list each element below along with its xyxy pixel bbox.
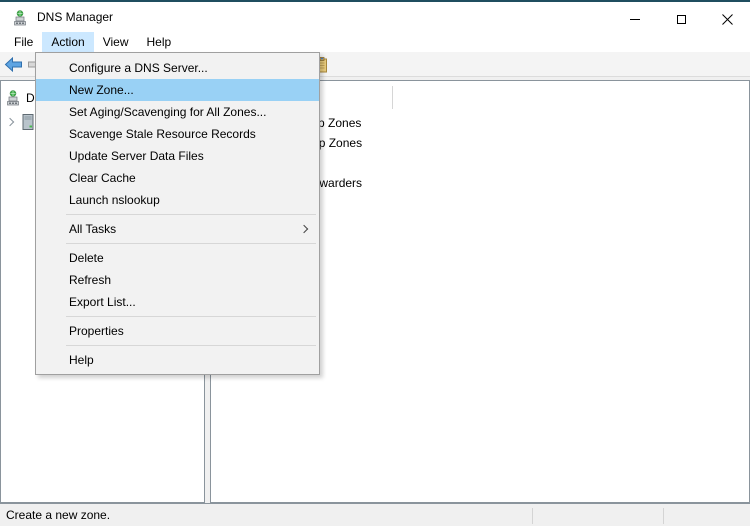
menu-item-all-tasks[interactable]: All Tasks bbox=[36, 218, 319, 240]
chevron-right-icon[interactable] bbox=[6, 118, 14, 126]
menu-item-label: Configure a DNS Server... bbox=[69, 61, 208, 75]
menubar-item-help[interactable]: Help bbox=[138, 32, 181, 52]
menu-item-label: Refresh bbox=[69, 273, 111, 287]
menu-item-delete[interactable]: Delete bbox=[36, 247, 319, 269]
menubar-item-view[interactable]: View bbox=[94, 32, 138, 52]
menu-separator bbox=[36, 342, 319, 349]
action-menu: Configure a DNS Server... New Zone... Se… bbox=[35, 52, 320, 375]
menu-item-label: New Zone... bbox=[69, 83, 134, 97]
menu-item-export-list[interactable]: Export List... bbox=[36, 291, 319, 313]
menu-item-label: All Tasks bbox=[69, 222, 116, 236]
minimize-button[interactable] bbox=[612, 4, 658, 34]
menu-item-help[interactable]: Help bbox=[36, 349, 319, 371]
close-button[interactable] bbox=[704, 4, 750, 34]
menu-item-scavenge-stale-records[interactable]: Scavenge Stale Resource Records bbox=[36, 123, 319, 145]
menu-item-set-aging-scavenging[interactable]: Set Aging/Scavenging for All Zones... bbox=[36, 101, 319, 123]
menu-item-label: Set Aging/Scavenging for All Zones... bbox=[69, 105, 266, 119]
server-icon bbox=[22, 114, 34, 130]
back-arrow-icon[interactable] bbox=[4, 57, 23, 72]
window-controls bbox=[612, 4, 750, 34]
menubar-item-action[interactable]: Action bbox=[42, 32, 93, 52]
menubar-item-label: View bbox=[103, 35, 129, 49]
statusbar-divider bbox=[532, 508, 533, 524]
menu-item-launch-nslookup[interactable]: Launch nslookup bbox=[36, 189, 319, 211]
maximize-button[interactable] bbox=[658, 4, 704, 34]
menubar: File Action View Help bbox=[0, 32, 750, 52]
dns-manager-app-icon bbox=[12, 10, 28, 26]
menu-item-label: Export List... bbox=[69, 295, 136, 309]
menubar-item-label: Help bbox=[147, 35, 172, 49]
statusbar-divider bbox=[663, 508, 664, 524]
menu-item-label: Help bbox=[69, 353, 94, 367]
menu-item-label: Launch nslookup bbox=[69, 193, 160, 207]
menu-item-clear-cache[interactable]: Clear Cache bbox=[36, 167, 319, 189]
menu-item-new-zone[interactable]: New Zone... bbox=[36, 79, 319, 101]
dns-root-icon bbox=[5, 90, 21, 106]
menu-item-update-server-data-files[interactable]: Update Server Data Files bbox=[36, 145, 319, 167]
tree-item-server[interactable] bbox=[7, 114, 34, 130]
dns-manager-window: DNS Manager File Action View Help bbox=[0, 0, 750, 526]
menu-item-configure-dns-server[interactable]: Configure a DNS Server... bbox=[36, 57, 319, 79]
menu-item-label: Delete bbox=[69, 251, 104, 265]
menu-item-label: Update Server Data Files bbox=[69, 149, 204, 163]
menu-item-refresh[interactable]: Refresh bbox=[36, 269, 319, 291]
menu-separator bbox=[36, 240, 319, 247]
menu-separator bbox=[36, 211, 319, 218]
statusbar: Create a new zone. bbox=[0, 503, 750, 526]
status-text: Create a new zone. bbox=[6, 504, 110, 526]
menu-item-label: Scavenge Stale Resource Records bbox=[69, 127, 256, 141]
menu-item-label: Properties bbox=[69, 324, 124, 338]
titlebar: DNS Manager bbox=[0, 0, 750, 32]
menu-separator bbox=[36, 313, 319, 320]
close-icon bbox=[722, 14, 733, 25]
menubar-item-label: File bbox=[14, 35, 33, 49]
submenu-arrow-icon bbox=[300, 225, 308, 233]
menubar-item-file[interactable]: File bbox=[5, 32, 42, 52]
menubar-item-label: Action bbox=[51, 35, 84, 49]
menu-item-label: Clear Cache bbox=[69, 171, 136, 185]
column-header-divider bbox=[392, 86, 393, 109]
maximize-icon bbox=[677, 15, 686, 24]
minimize-icon bbox=[630, 19, 640, 20]
window-title: DNS Manager bbox=[37, 2, 113, 32]
menu-item-properties[interactable]: Properties bbox=[36, 320, 319, 342]
